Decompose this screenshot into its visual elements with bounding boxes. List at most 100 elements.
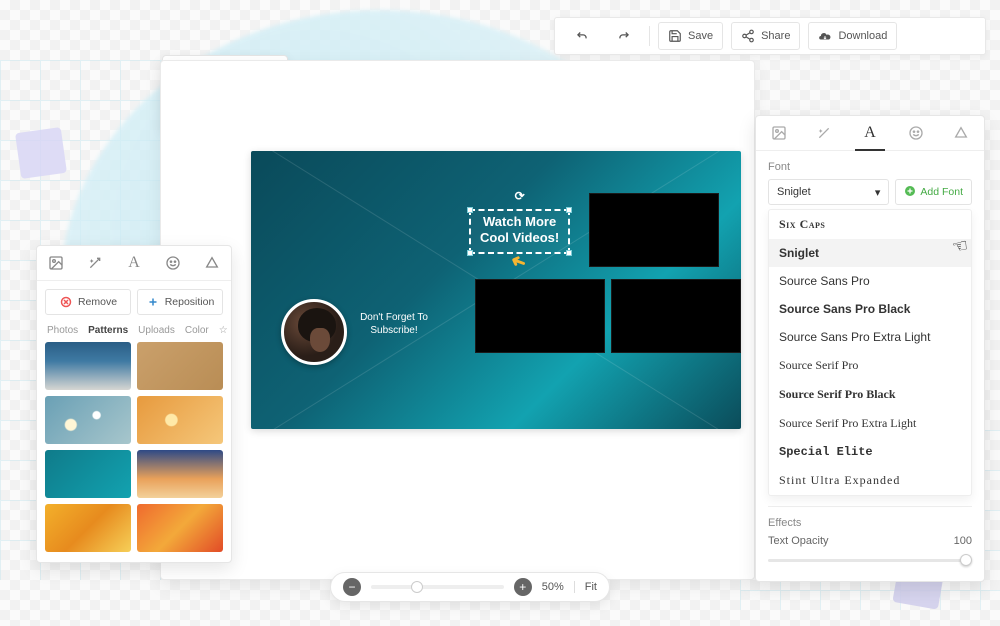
reposition-icon	[146, 295, 160, 309]
zoom-in-button[interactable]: +	[514, 578, 532, 596]
tab-magic-r[interactable]	[802, 116, 848, 150]
slider-thumb[interactable]	[960, 554, 972, 566]
pattern-swatch-ocean-blur[interactable]	[45, 342, 131, 390]
headline-line1: Watch More	[480, 214, 559, 230]
add-font-label: Add Font	[920, 186, 963, 198]
text-opacity-label: Text Opacity	[768, 535, 829, 547]
video-slot-2[interactable]	[475, 279, 605, 353]
tab-image[interactable]	[37, 246, 76, 280]
font-select[interactable]: Sniglet ▾	[768, 179, 889, 205]
redo-icon	[617, 29, 631, 43]
save-button[interactable]: Save	[658, 22, 723, 50]
tab-emoji-r[interactable]	[893, 116, 939, 150]
remove-button[interactable]: Remove	[45, 289, 131, 315]
tab-shapes-r[interactable]	[938, 116, 984, 150]
resize-handle-br[interactable]	[566, 250, 572, 256]
avatar-circle[interactable]	[281, 299, 347, 365]
share-icon	[741, 29, 755, 43]
font-option[interactable]: Source Serif Pro Extra Light	[769, 409, 971, 438]
font-option[interactable]: Six Caps	[769, 210, 971, 239]
assets-panel: A Remove Reposition Photos Patterns Uplo…	[36, 245, 232, 563]
save-label: Save	[688, 30, 713, 42]
undo-button[interactable]	[565, 22, 599, 50]
editor-canvas[interactable]: Don't Forget To Subscribe! ➜ ⟳ Watch Mor…	[251, 151, 741, 429]
add-font-button[interactable]: Add Font	[895, 179, 972, 205]
tab-emoji[interactable]	[153, 246, 192, 280]
resize-handle-tr[interactable]	[566, 207, 572, 213]
text-opacity-value: 100	[954, 535, 972, 547]
video-slot-1[interactable]	[589, 193, 719, 267]
bg-sticker-top	[15, 127, 67, 179]
assets-tool-tabs: A	[37, 246, 231, 281]
pointer-cursor-icon: ☜	[950, 235, 970, 258]
font-dropdown: Six CapsSnigletSource Sans ProSource San…	[768, 209, 972, 496]
effects-section-label: Effects	[768, 517, 972, 529]
font-select-value: Sniglet	[777, 186, 811, 198]
editor-canvas-wrap: Don't Forget To Subscribe! ➜ ⟳ Watch Mor…	[160, 60, 755, 580]
font-option[interactable]: Source Sans Pro Black	[769, 295, 971, 323]
avatar-face-shape	[310, 328, 330, 352]
remove-icon	[59, 295, 73, 309]
pattern-swatch-poly-gold[interactable]	[45, 504, 131, 552]
top-toolbar: Save Share Download	[554, 17, 986, 55]
selected-text-element[interactable]: ⟳ Watch More Cool Videos!	[469, 209, 570, 254]
video-slot-3[interactable]	[611, 279, 741, 353]
font-option[interactable]: Source Serif Pro	[769, 351, 971, 380]
tab-shapes[interactable]	[192, 246, 231, 280]
tab-magic[interactable]	[76, 246, 115, 280]
subtab-color[interactable]: Color	[185, 325, 209, 336]
reposition-button[interactable]: Reposition	[137, 289, 223, 315]
pattern-swatches	[37, 342, 231, 562]
tab-image-r[interactable]	[756, 116, 802, 150]
font-option[interactable]: Source Serif Pro Black	[769, 380, 971, 409]
tab-text[interactable]: A	[115, 246, 154, 280]
text-opacity-slider[interactable]	[768, 553, 972, 567]
share-button[interactable]: Share	[731, 22, 800, 50]
pattern-swatch-tan-grain[interactable]	[137, 342, 223, 390]
tab-text-r[interactable]: A	[847, 116, 893, 150]
download-button[interactable]: Download	[808, 22, 897, 50]
download-icon	[818, 29, 832, 43]
favorites-star-icon[interactable]: ☆	[219, 325, 228, 336]
subtab-patterns[interactable]: Patterns	[88, 325, 128, 336]
headline-line2: Cool Videos!	[480, 230, 559, 246]
zoom-fit-button[interactable]: Fit	[574, 581, 597, 593]
font-panel: A Font Sniglet ▾ Add Font Six CapsSnigle…	[755, 115, 985, 582]
chevron-down-icon: ▾	[875, 186, 881, 199]
pattern-swatch-sunset-blur[interactable]	[137, 450, 223, 498]
pattern-swatch-teal-flat[interactable]	[45, 450, 131, 498]
pattern-swatch-poly-fire[interactable]	[137, 504, 223, 552]
remove-label: Remove	[78, 296, 117, 308]
zoom-percent: 50%	[542, 581, 564, 593]
share-label: Share	[761, 30, 790, 42]
font-tool-tabs: A	[756, 116, 984, 151]
redo-button[interactable]	[607, 22, 641, 50]
font-option[interactable]: Source Sans Pro Extra Light	[769, 323, 971, 351]
slider-track	[768, 559, 972, 562]
pattern-swatch-bokeh-warm[interactable]	[137, 396, 223, 444]
font-section-label: Font	[768, 161, 972, 173]
reposition-label: Reposition	[165, 296, 215, 308]
assets-subtabs: Photos Patterns Uploads Color ☆	[37, 315, 231, 342]
subscribe-line2: Subscribe!	[357, 324, 431, 337]
toolbar-separator	[649, 26, 650, 46]
resize-handle-tl[interactable]	[467, 207, 473, 213]
font-option[interactable]: Sniglet	[769, 239, 971, 267]
font-option[interactable]: Source Sans Pro	[769, 267, 971, 295]
plus-circle-icon	[904, 185, 916, 200]
subscribe-line1: Don't Forget To	[357, 311, 431, 324]
font-option[interactable]: Special Elite	[769, 438, 971, 466]
font-option[interactable]: Stint Ultra Expanded	[769, 466, 971, 495]
undo-icon	[575, 29, 589, 43]
zoom-slider[interactable]	[371, 585, 504, 589]
zoom-bar: − + 50% Fit	[330, 572, 610, 602]
subscribe-text[interactable]: Don't Forget To Subscribe!	[357, 311, 431, 337]
zoom-thumb[interactable]	[411, 581, 423, 593]
resize-handle-bl[interactable]	[467, 250, 473, 256]
pattern-swatch-bokeh-cool[interactable]	[45, 396, 131, 444]
zoom-out-button[interactable]: −	[343, 578, 361, 596]
save-icon	[668, 29, 682, 43]
subtab-photos[interactable]: Photos	[47, 325, 78, 336]
rotate-handle-icon[interactable]: ⟳	[515, 189, 525, 204]
subtab-uploads[interactable]: Uploads	[138, 325, 175, 336]
